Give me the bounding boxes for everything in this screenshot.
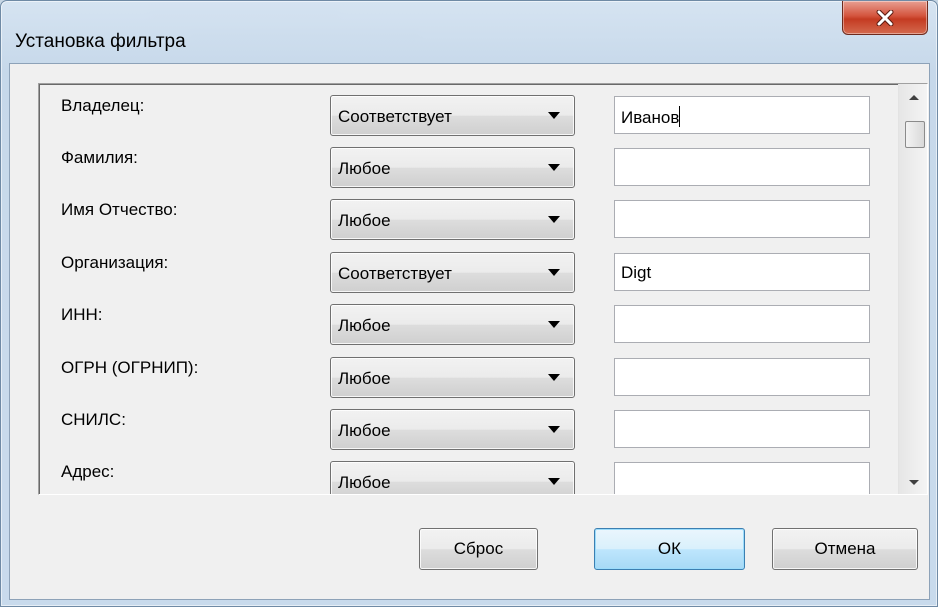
scroll-up-icon[interactable] [909,95,919,100]
chevron-down-icon [548,112,560,119]
filter-value-input[interactable]: Digt [614,253,870,291]
condition-dropdown[interactable]: Любое [330,461,575,494]
chevron-down-icon [548,164,560,171]
dialog-title: Установка фильтра [15,31,186,52]
condition-dropdown[interactable]: Соответствует [330,95,575,136]
dialog-client-area: Владелец: Соответствует Иванов Фамилия: … [9,63,930,600]
filter-label: СНИЛС: [61,410,126,429]
filter-label: Организация: [61,253,169,272]
condition-dropdown[interactable]: Любое [330,409,575,450]
filter-value-input[interactable] [614,358,870,396]
condition-dropdown[interactable]: Любое [330,147,575,188]
chevron-down-icon [548,216,560,223]
filter-dialog: Установка фильтра Владелец: Соответствуе… [0,0,938,607]
condition-value: Любое [338,369,391,388]
filter-label: Адрес: [61,462,115,481]
filter-value-input[interactable] [614,305,870,343]
filter-row-surname: Фамилия: Любое [39,136,899,188]
filter-row-organization: Организация: Соответствует Digt [39,241,899,293]
vertical-scrollbar[interactable] [898,84,927,494]
filter-value-text: Иванов [621,108,680,127]
filter-row-snils: СНИЛС: Любое [39,398,899,450]
close-button[interactable] [842,1,928,35]
condition-value: Любое [338,211,391,230]
condition-dropdown[interactable]: Любое [330,304,575,345]
chevron-down-icon [548,478,560,485]
chevron-down-icon [548,426,560,433]
filter-value-input[interactable]: Иванов [614,96,870,134]
filter-row-inn: ИНН: Любое [39,293,899,345]
filter-label: ИНН: [61,305,103,324]
condition-value: Любое [338,421,391,440]
condition-value: Соответствует [338,107,452,126]
filter-row-ogrn: ОГРН (ОГРНИП): Любое [39,346,899,398]
close-icon [876,9,894,26]
scrollbar-thumb[interactable] [905,121,925,148]
cancel-button[interactable]: Отмена [772,528,918,570]
filter-label: Владелец: [61,96,145,115]
filter-value-input[interactable] [614,462,870,494]
condition-value: Любое [338,473,391,492]
filter-value-input[interactable] [614,148,870,186]
chevron-down-icon [548,374,560,381]
filter-label: ОГРН (ОГРНИП): [61,358,199,377]
filter-value-input[interactable] [614,410,870,448]
filter-row-address: Адрес: Любое [39,450,899,494]
condition-value: Соответствует [338,264,452,283]
ok-button[interactable]: ОК [594,528,745,570]
chevron-down-icon [548,269,560,276]
condition-dropdown[interactable]: Любое [330,357,575,398]
filter-rows: Владелец: Соответствует Иванов Фамилия: … [39,84,899,494]
filter-value-text: Digt [621,263,652,282]
condition-dropdown[interactable]: Любое [330,199,575,240]
filter-row-name-patronymic: Имя Отчество: Любое [39,188,899,240]
filter-label: Фамилия: [61,148,138,167]
condition-dropdown[interactable]: Соответствует [330,252,575,293]
text-caret [679,106,681,127]
chevron-down-icon [548,321,560,328]
reset-button[interactable]: Сброс [419,528,538,570]
condition-value: Любое [338,159,391,178]
condition-value: Любое [338,316,391,335]
filter-value-input[interactable] [614,200,870,238]
filter-list-panel: Владелец: Соответствует Иванов Фамилия: … [38,83,928,495]
filter-row-owner: Владелец: Соответствует Иванов [39,84,899,136]
scroll-down-icon[interactable] [909,480,919,485]
filter-label: Имя Отчество: [61,200,178,219]
